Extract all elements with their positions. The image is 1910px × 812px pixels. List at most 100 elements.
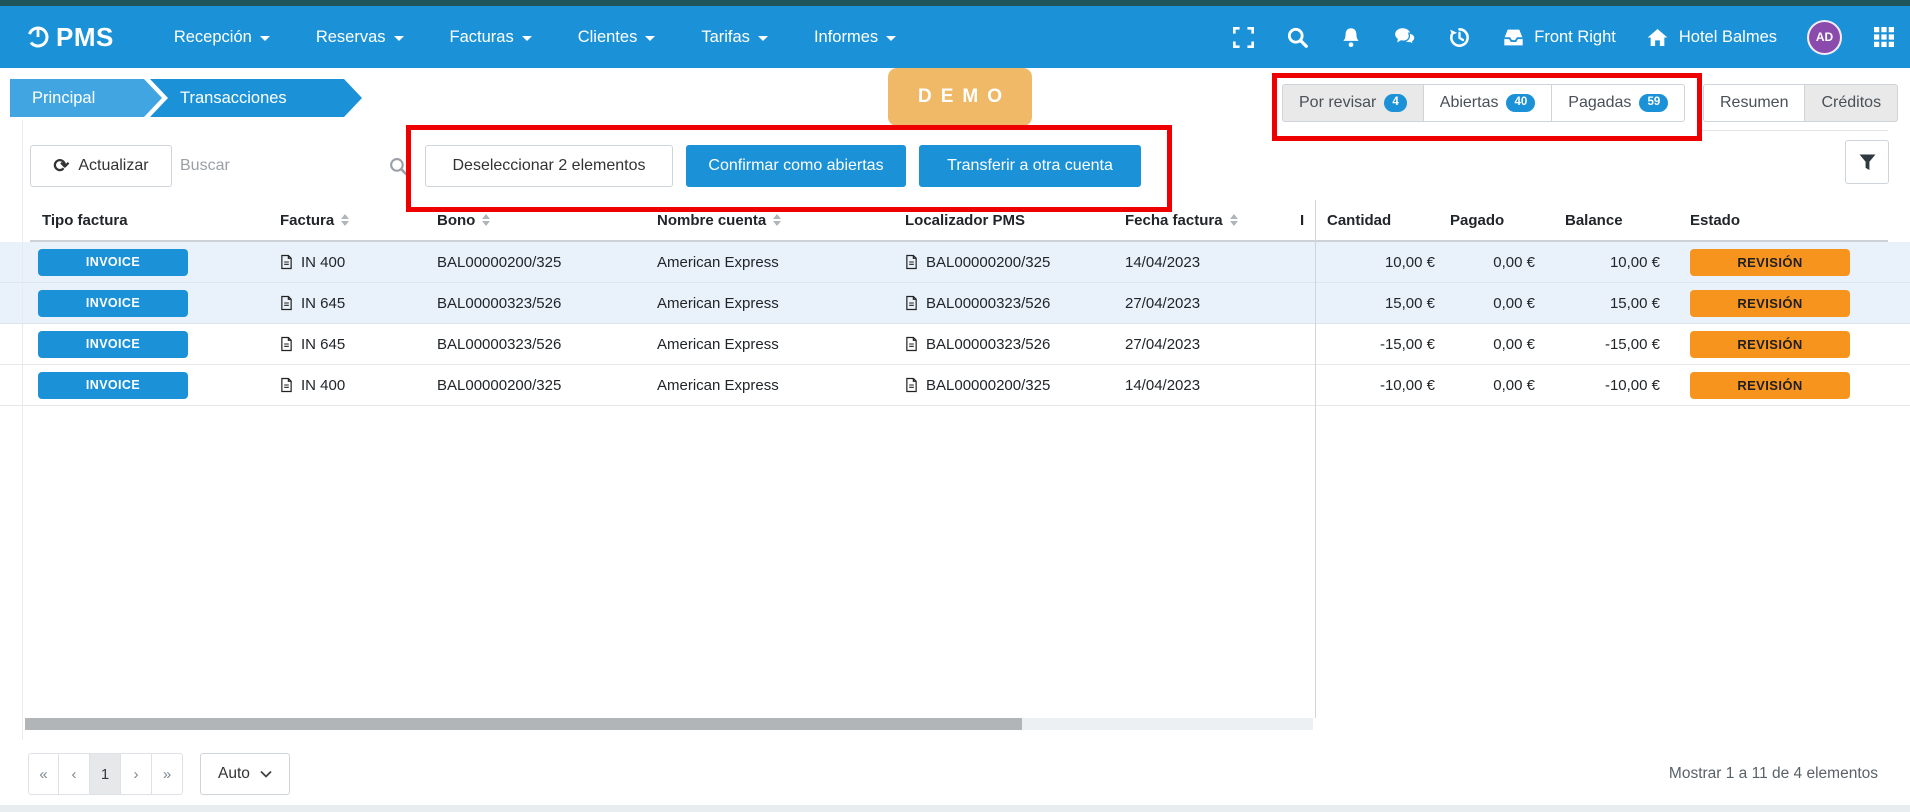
navbar-right: Front Right Hotel Balmes AD <box>1231 6 1896 68</box>
fullscreen-icon[interactable] <box>1231 25 1255 49</box>
document-icon <box>905 336 918 352</box>
tabs-underline <box>1700 130 1888 131</box>
cell-nombre-cuenta: American Express <box>657 283 779 323</box>
bell-icon[interactable] <box>1339 25 1363 49</box>
sort-icon <box>482 214 490 226</box>
page-next-button[interactable]: › <box>121 753 152 795</box>
tab-pagadas[interactable]: Pagadas 59 <box>1552 84 1685 122</box>
horizontal-scrollbar-track[interactable] <box>25 718 1313 730</box>
cell-bono: BAL00000200/325 <box>437 365 561 405</box>
user-avatar[interactable]: AD <box>1807 20 1842 55</box>
search-field-icon[interactable] <box>389 154 408 178</box>
header-cantidad: Cantidad <box>1327 200 1391 240</box>
cell-cantidad: 10,00 € <box>1325 242 1435 282</box>
refresh-label: Actualizar <box>78 157 148 175</box>
table-row[interactable]: INVOICE IN 400 BAL00000200/325 American … <box>0 242 1910 283</box>
nav-reservas[interactable]: Reservas <box>316 28 404 47</box>
breadcrumb-transacciones[interactable]: Transacciones <box>150 79 362 117</box>
cell-localizador-pms: BAL00000323/526 <box>905 283 1050 323</box>
header-factura[interactable]: Factura <box>280 200 349 240</box>
caret-down-icon <box>394 36 404 41</box>
cell-pagado: 0,00 € <box>1445 283 1535 323</box>
document-icon <box>280 336 293 352</box>
fixed-columns-divider <box>1315 200 1316 718</box>
nav-facturas[interactable]: Facturas <box>450 28 532 47</box>
caret-down-icon <box>260 36 270 41</box>
caret-down-icon <box>886 36 896 41</box>
cell-fecha-factura: 14/04/2023 <box>1125 365 1200 405</box>
cell-localizador-pms: BAL00000200/325 <box>905 365 1050 405</box>
table-body: INVOICE IN 400 BAL00000200/325 American … <box>0 242 1910 406</box>
tab-abiertas[interactable]: Abiertas 40 <box>1424 84 1553 122</box>
tab-creditos[interactable]: Créditos <box>1805 84 1898 122</box>
table-row[interactable]: INVOICE IN 645 BAL00000323/526 American … <box>0 324 1910 365</box>
tab-label: Abiertas <box>1440 94 1499 112</box>
confirm-open-button[interactable]: Confirmar como abiertas <box>686 145 906 187</box>
cell-factura: IN 645 <box>280 283 345 323</box>
history-icon[interactable] <box>1447 25 1471 49</box>
header-bono[interactable]: Bono <box>437 200 490 240</box>
top-navbar: PMS Recepción Reservas Facturas Clientes Tar… <box>0 6 1910 68</box>
nav-tarifas-label: Tarifas <box>701 28 750 47</box>
tab-label: Créditos <box>1821 94 1881 112</box>
header-fecha-factura[interactable]: Fecha factura <box>1125 200 1238 240</box>
filter-button[interactable] <box>1845 140 1889 184</box>
page-size-select[interactable]: Auto <box>200 753 290 795</box>
document-icon <box>905 377 918 393</box>
pms-logo[interactable]: PMS <box>26 22 114 53</box>
sort-icon <box>341 214 349 226</box>
hotel-selector[interactable]: Hotel Balmes <box>1646 25 1777 49</box>
main-menu: Recepción Reservas Facturas Clientes Tarifas… <box>174 28 896 47</box>
tab-count-badge: 40 <box>1506 94 1535 112</box>
page-number-button[interactable]: 1 <box>90 753 121 795</box>
chat-icon[interactable] <box>1393 25 1417 49</box>
cell-estado: REVISIÓN <box>1690 324 1853 364</box>
cell-bono: BAL00000323/526 <box>437 283 561 323</box>
search-input[interactable] <box>178 156 389 176</box>
header-nombre-cuenta[interactable]: Nombre cuenta <box>657 200 781 240</box>
cell-tipo-factura: INVOICE <box>38 365 188 405</box>
document-icon <box>905 295 918 311</box>
document-icon <box>905 254 918 270</box>
page-first-button[interactable]: « <box>28 753 59 795</box>
nav-tarifas[interactable]: Tarifas <box>701 28 768 47</box>
table-row[interactable]: INVOICE IN 645 BAL00000323/526 American … <box>0 283 1910 324</box>
inbox-icon <box>1501 25 1525 49</box>
page-prev-button[interactable]: ‹ <box>59 753 90 795</box>
apps-grid-icon[interactable] <box>1872 25 1896 49</box>
caret-down-icon <box>758 36 768 41</box>
cell-fecha-factura: 14/04/2023 <box>1125 242 1200 282</box>
nav-informes[interactable]: Informes <box>814 28 896 47</box>
cell-factura: IN 400 <box>280 242 345 282</box>
document-icon <box>280 254 293 270</box>
tab-por-revisar[interactable]: Por revisar 4 <box>1282 84 1424 122</box>
header-clipped-column: I <box>1300 200 1313 240</box>
hotel-label: Hotel Balmes <box>1679 28 1777 47</box>
sort-icon <box>773 214 781 226</box>
search-icon[interactable] <box>1285 25 1309 49</box>
cell-localizador-pms: BAL00000200/325 <box>905 242 1050 282</box>
results-summary: Mostrar 1 a 11 de 4 elementos <box>1669 765 1878 783</box>
deselect-button[interactable]: Deseleccionar 2 elementos <box>425 145 673 187</box>
transfer-button[interactable]: Transferir a otra cuenta <box>919 145 1141 187</box>
cell-pagado: 0,00 € <box>1445 324 1535 364</box>
status-badge: REVISIÓN <box>1690 290 1850 317</box>
brand-text: PMS <box>56 22 114 53</box>
horizontal-scrollbar-thumb[interactable] <box>25 718 1022 730</box>
nav-clientes[interactable]: Clientes <box>578 28 656 47</box>
page-last-button[interactable]: » <box>152 753 183 795</box>
refresh-button[interactable]: ⟳ Actualizar <box>30 145 172 187</box>
cell-nombre-cuenta: American Express <box>657 242 779 282</box>
cell-balance: 10,00 € <box>1555 242 1660 282</box>
chevron-down-icon <box>260 770 272 778</box>
tab-count-badge: 4 <box>1384 94 1406 112</box>
table-row[interactable]: INVOICE IN 400 BAL00000200/325 American … <box>0 365 1910 406</box>
tab-resumen[interactable]: Resumen <box>1703 84 1805 122</box>
breadcrumb-principal[interactable]: Principal <box>10 79 162 117</box>
cell-balance: 15,00 € <box>1555 283 1660 323</box>
header-tipo-factura: Tipo factura <box>42 200 192 240</box>
cell-fecha-factura: 27/04/2023 <box>1125 283 1200 323</box>
sort-icon <box>1230 214 1238 226</box>
front-office-selector[interactable]: Front Right <box>1501 25 1616 49</box>
nav-recepcion[interactable]: Recepción <box>174 28 270 47</box>
